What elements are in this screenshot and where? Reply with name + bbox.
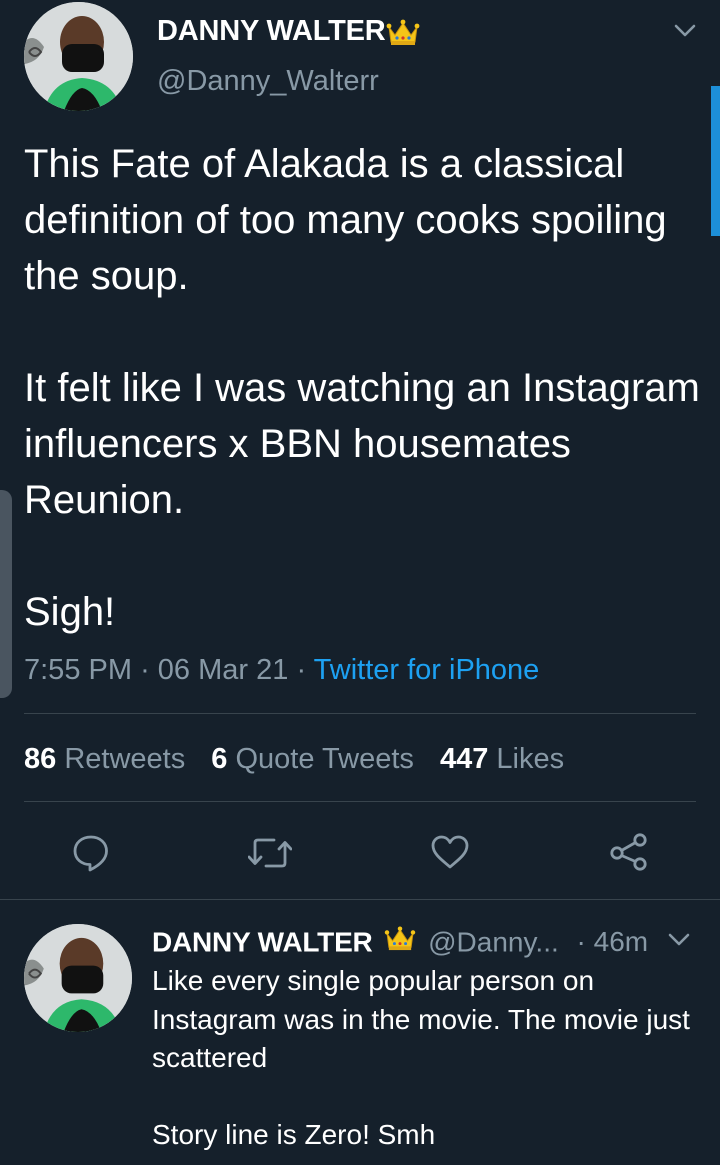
share-icon[interactable] (609, 832, 649, 872)
quotes-count: 6 (211, 743, 228, 775)
meta-separator: · (296, 654, 307, 686)
avatar[interactable] (24, 2, 133, 111)
tweet-stats: 86 Retweets 6 Quote Tweets 447 Likes (24, 741, 564, 777)
display-name[interactable]: DANNY WALTER (157, 12, 386, 50)
edge-handle[interactable] (0, 490, 12, 698)
tweet-date: 06 Mar 21 (157, 654, 289, 686)
retweet-icon[interactable] (248, 836, 292, 870)
divider (24, 801, 696, 802)
like-icon[interactable] (430, 834, 470, 870)
likes-count: 447 (439, 743, 489, 775)
reply-display-name[interactable]: DANNY WALTER (152, 926, 373, 957)
crown-icon (386, 18, 420, 51)
reply-handle[interactable]: @Danny... (428, 926, 559, 957)
likes-stat[interactable]: 447 Likes (440, 743, 564, 775)
quotes-label: Quote Tweets (235, 743, 414, 775)
reply-time: · 46m (576, 926, 649, 958)
reply-header: DANNY WALTER @Danny... · 46m (152, 923, 648, 965)
scroll-indicator[interactable] (711, 86, 720, 236)
divider (24, 713, 696, 714)
quotes-stat[interactable]: 6 Quote Tweets (211, 743, 422, 775)
chevron-down-icon[interactable] (668, 933, 690, 952)
retweets-label: Retweets (64, 743, 186, 775)
reply-avatar[interactable] (24, 924, 132, 1032)
tweet-time: 7:55 PM (24, 654, 132, 686)
divider (0, 899, 720, 900)
tweet-text: This Fate of Alakada is a classical defi… (24, 142, 700, 634)
retweets-stat[interactable]: 86 Retweets (24, 743, 193, 775)
reply-text: Like every single popular person on Inst… (152, 965, 690, 1150)
tweet-meta: 7:55 PM · 06 Mar 21 · Twitter for iPhone (24, 652, 539, 688)
handle[interactable]: @Danny_Walterr (157, 62, 379, 100)
source-link[interactable]: Twitter for iPhone (314, 654, 540, 686)
retweets-count: 86 (24, 743, 57, 775)
chevron-down-icon[interactable] (674, 24, 696, 43)
likes-label: Likes (496, 743, 565, 775)
meta-separator: · (140, 654, 150, 686)
crown-icon (384, 923, 416, 961)
reply-icon[interactable] (72, 834, 110, 872)
